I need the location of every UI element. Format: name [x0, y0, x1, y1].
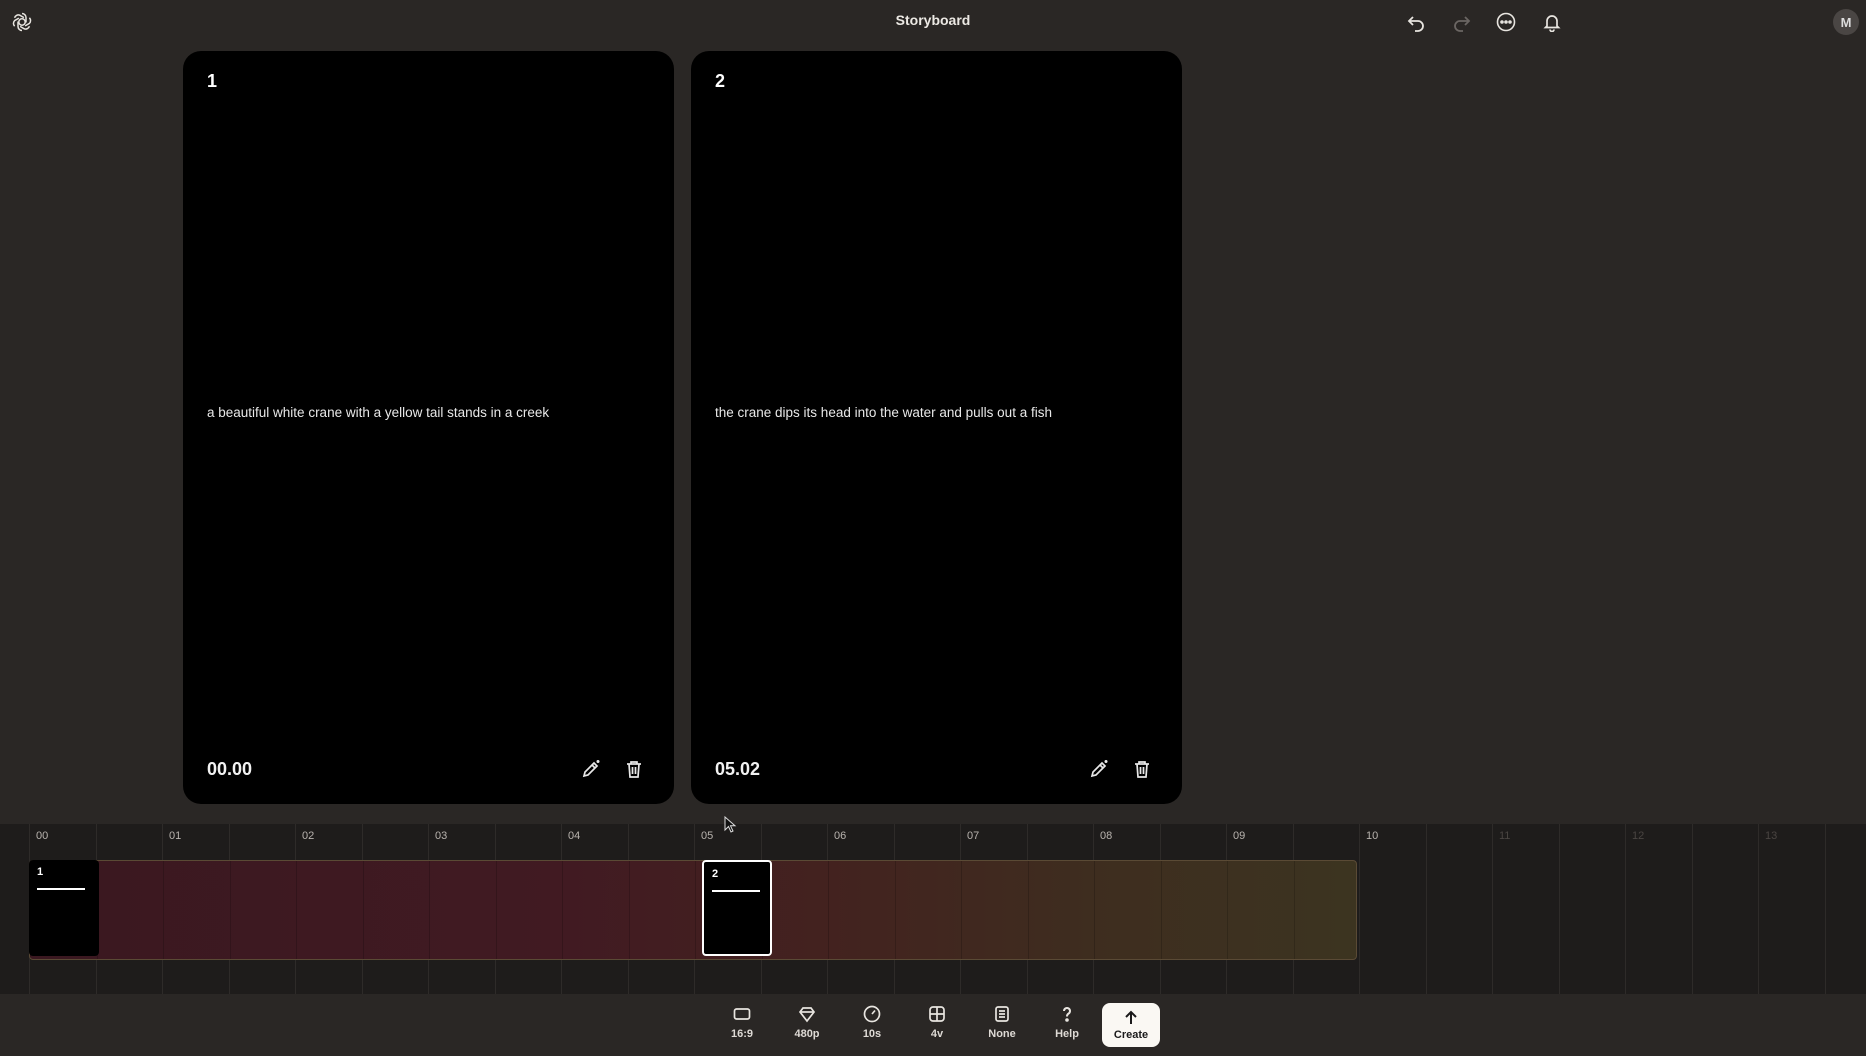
- timeline-tick-label: 12: [1632, 830, 1645, 842]
- card-number: 1: [207, 71, 218, 91]
- timeline[interactable]: 00 01 02 03 04 05 06 07 08 09 10 11 12 13 1 2: [0, 824, 1866, 994]
- track-gridline: [429, 861, 430, 959]
- clip-number: 1: [37, 866, 44, 878]
- preset-label: None: [988, 1028, 1016, 1040]
- timeline-track[interactable]: [29, 860, 1357, 960]
- timeline-tick-label: 00: [36, 830, 49, 842]
- timeline-ruler[interactable]: 00 01 02 03 04 05 06 07 08 09 10 11 12 13: [0, 824, 1866, 860]
- track-gridline: [562, 861, 563, 959]
- undo-button[interactable]: [1402, 8, 1430, 36]
- track-gridline: [362, 861, 364, 959]
- aspect-ratio-label: 16:9: [730, 1028, 754, 1040]
- track-gridline: [828, 861, 829, 959]
- top-bar: Storyboard M: [0, 0, 1866, 44]
- card-prompt[interactable]: a beautiful white crane with a yellow ta…: [207, 405, 549, 420]
- delete-card-button[interactable]: [621, 756, 647, 782]
- track-gridline: [695, 861, 696, 959]
- redo-icon: [1454, 16, 1471, 32]
- track-gridline: [163, 861, 164, 959]
- track-gridline: [495, 861, 497, 959]
- help-button[interactable]: Help: [1039, 1004, 1095, 1048]
- edit-card-button[interactable]: [1086, 756, 1112, 782]
- create-button[interactable]: Create: [1102, 1003, 1160, 1047]
- more-icon: [1496, 12, 1516, 32]
- create-label: Create: [1113, 1029, 1149, 1041]
- timeline-clip-2[interactable]: 2: [702, 860, 772, 956]
- timeline-tick-label: 04: [568, 830, 581, 842]
- bell-icon: [1543, 15, 1561, 32]
- notifications-button[interactable]: [1538, 8, 1566, 36]
- more-button[interactable]: [1492, 8, 1520, 36]
- timeline-tick-label: 03: [435, 830, 448, 842]
- track-gridline: [296, 861, 297, 959]
- track-gridline: [1160, 861, 1162, 959]
- track-gridline: [229, 861, 231, 959]
- card-prompt[interactable]: the crane dips its head into the water a…: [715, 405, 1052, 420]
- track-gridline: [1094, 861, 1095, 959]
- grid-icon: [929, 1006, 945, 1022]
- diamond-icon: [798, 1007, 816, 1023]
- track-gridline: [1293, 861, 1295, 959]
- duration-label: 10s: [862, 1028, 882, 1040]
- help-label: Help: [1055, 1028, 1079, 1040]
- undo-icon: [1407, 16, 1424, 32]
- variations-label: 4v: [930, 1028, 944, 1040]
- timeline-tick-label: 11: [1499, 830, 1511, 842]
- timeline-tick-label: 06: [834, 830, 847, 842]
- timeline-tick-label: 02: [302, 830, 315, 842]
- resolution-button[interactable]: 480p: [779, 1004, 835, 1048]
- avatar: M: [1833, 9, 1859, 35]
- question-mark-icon: [1063, 1007, 1071, 1022]
- resolution-label: 480p: [794, 1028, 820, 1040]
- timeline-tick-label: 07: [967, 830, 980, 842]
- card-timestamp: 05.02: [715, 759, 761, 779]
- timeline-tick-label: 10: [1366, 830, 1379, 842]
- clip-marker: [712, 890, 760, 892]
- arrow-up-icon: [1125, 1010, 1137, 1024]
- duration-button[interactable]: 10s: [844, 1004, 900, 1048]
- timeline-clip-1[interactable]: 1: [29, 860, 99, 956]
- track-gridline: [1227, 861, 1228, 959]
- trash-icon: [627, 761, 641, 778]
- bottom-toolbar: 16:9 480p 10s 4v None Help Create: [0, 994, 1866, 1056]
- timeline-tick-label: 09: [1233, 830, 1246, 842]
- aspect-ratio-button[interactable]: 16:9: [714, 1004, 770, 1048]
- aspect-ratio-icon: [733, 1008, 751, 1020]
- page-title: Storyboard: [895, 12, 971, 28]
- edit-card-button[interactable]: [578, 756, 604, 782]
- account-button[interactable]: M: [1826, 8, 1866, 36]
- track-gridline: [961, 861, 962, 959]
- track-gridline: [628, 861, 630, 959]
- timeline-tick-label: 13: [1765, 830, 1778, 842]
- magic-pencil-icon: [582, 760, 600, 778]
- delete-card-button[interactable]: [1129, 756, 1155, 782]
- track-gridline: [1027, 861, 1029, 959]
- trash-icon: [1135, 761, 1149, 778]
- timeline-tick-label: 08: [1100, 830, 1113, 842]
- timeline-tick-label: 01: [169, 830, 182, 842]
- preset-button[interactable]: None: [974, 1004, 1030, 1048]
- preset-icon: [995, 1006, 1009, 1022]
- card-number: 2: [715, 71, 726, 91]
- clock-icon: [863, 1005, 881, 1023]
- clip-number: 2: [712, 868, 719, 880]
- storyboard-card-1[interactable]: 1 a beautiful white crane with a yellow …: [183, 51, 674, 804]
- mouse-cursor-icon: [724, 816, 737, 833]
- clip-marker: [37, 888, 85, 890]
- timeline-tick-label: 05: [701, 830, 714, 842]
- card-timestamp: 00.00: [207, 759, 253, 779]
- track-gridline: [894, 861, 896, 959]
- magic-pencil-icon: [1090, 760, 1108, 778]
- storyboard-card-2[interactable]: 2 the crane dips its head into the water…: [691, 51, 1182, 804]
- redo-button[interactable]: [1448, 8, 1476, 36]
- variations-button[interactable]: 4v: [909, 1004, 965, 1048]
